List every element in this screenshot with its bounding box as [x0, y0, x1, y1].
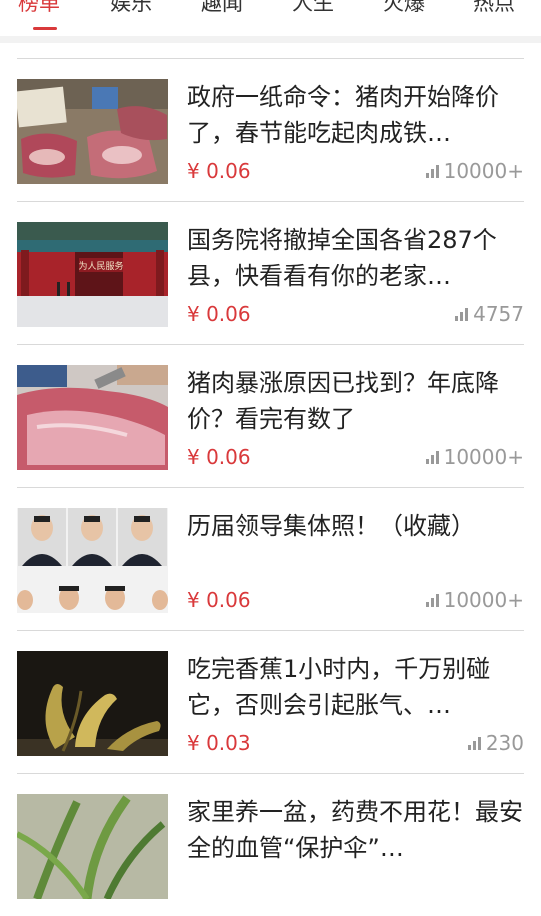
- tab-hot[interactable]: 火爆: [383, 0, 425, 18]
- view-count: 10000+: [425, 444, 524, 470]
- view-count: 10000+: [425, 587, 524, 613]
- list-item[interactable]: 历届领导集体照！（收藏） ¥ 0.06 10000+: [17, 487, 524, 630]
- article-title: 国务院将撤掉全国各省287个县，快看看有你的老家…: [187, 226, 497, 290]
- list-item[interactable]: 吃完香蕉1小时内，千万别碰它，否则会引起胀气、… ¥ 0.03 230: [17, 630, 524, 773]
- view-count-text: 10000+: [443, 445, 524, 469]
- tab-anecdotes[interactable]: 趣闻: [201, 0, 243, 18]
- active-tab-indicator: [33, 27, 57, 30]
- article-thumbnail: [17, 508, 168, 613]
- list-item[interactable]: 猪肉暴涨原因已找到？年底降价？看完有数了 ¥ 0.06 10000+: [17, 344, 524, 487]
- tab-rankings[interactable]: 榜单: [18, 0, 60, 18]
- article-thumbnail: [17, 651, 168, 756]
- article-price: ¥ 0.03: [187, 731, 251, 755]
- list-item[interactable]: 为人民服务 国务院将撤掉全国各省287个县，快看看有你的老家… ¥ 0.06 4…: [17, 201, 524, 344]
- view-count: 4757: [455, 301, 524, 327]
- article-thumbnail: [17, 794, 168, 899]
- article-price: ¥ 0.06: [187, 159, 251, 183]
- list-item[interactable]: 家里养一盆，药费不用花！最安全的血管“保护伞”…: [17, 773, 524, 916]
- tab-divider: [0, 36, 541, 43]
- view-count-text: 230: [485, 731, 524, 755]
- sign-text: 为人民服务: [78, 260, 123, 272]
- bar-chart-icon: [467, 736, 481, 750]
- tab-entertainment[interactable]: 娱乐: [110, 0, 152, 18]
- article-title: 吃完香蕉1小时内，千万别碰它，否则会引起胀气、…: [187, 655, 491, 719]
- article-price: ¥ 0.06: [187, 445, 251, 469]
- view-count: 10000+: [425, 158, 524, 184]
- article-title: 政府一纸命令：猪肉开始降价了，春节能吃起肉成铁…: [187, 83, 499, 147]
- bar-chart-icon: [455, 307, 469, 321]
- view-count-text: 4757: [473, 302, 524, 326]
- article-price: ¥ 0.06: [187, 302, 251, 326]
- article-title: 历届领导集体照！（收藏）: [187, 512, 475, 540]
- bar-chart-icon: [425, 593, 439, 607]
- tab-trending[interactable]: 热点: [473, 0, 515, 18]
- view-count: 230: [467, 730, 524, 756]
- list-item[interactable]: 政府一纸命令：猪肉开始降价了，春节能吃起肉成铁… ¥ 0.06 10000+: [17, 58, 524, 201]
- view-count-text: 10000+: [443, 588, 524, 612]
- tab-life[interactable]: 人生: [292, 0, 334, 18]
- bar-chart-icon: [425, 450, 439, 464]
- article-thumbnail: [17, 79, 168, 184]
- category-tab-bar: 榜单 娱乐 趣闻 人生 火爆 热点: [0, 0, 541, 36]
- view-count-text: 10000+: [443, 159, 524, 183]
- article-title: 家里养一盆，药费不用花！最安全的血管“保护伞”…: [187, 798, 523, 862]
- article-thumbnail: 为人民服务: [17, 222, 168, 327]
- bar-chart-icon: [425, 164, 439, 178]
- article-price: ¥ 0.06: [187, 588, 251, 612]
- article-thumbnail: [17, 365, 168, 470]
- article-title: 猪肉暴涨原因已找到？年底降价？看完有数了: [187, 369, 499, 433]
- article-list: 政府一纸命令：猪肉开始降价了，春节能吃起肉成铁… ¥ 0.06 10000+ 为…: [0, 58, 541, 916]
